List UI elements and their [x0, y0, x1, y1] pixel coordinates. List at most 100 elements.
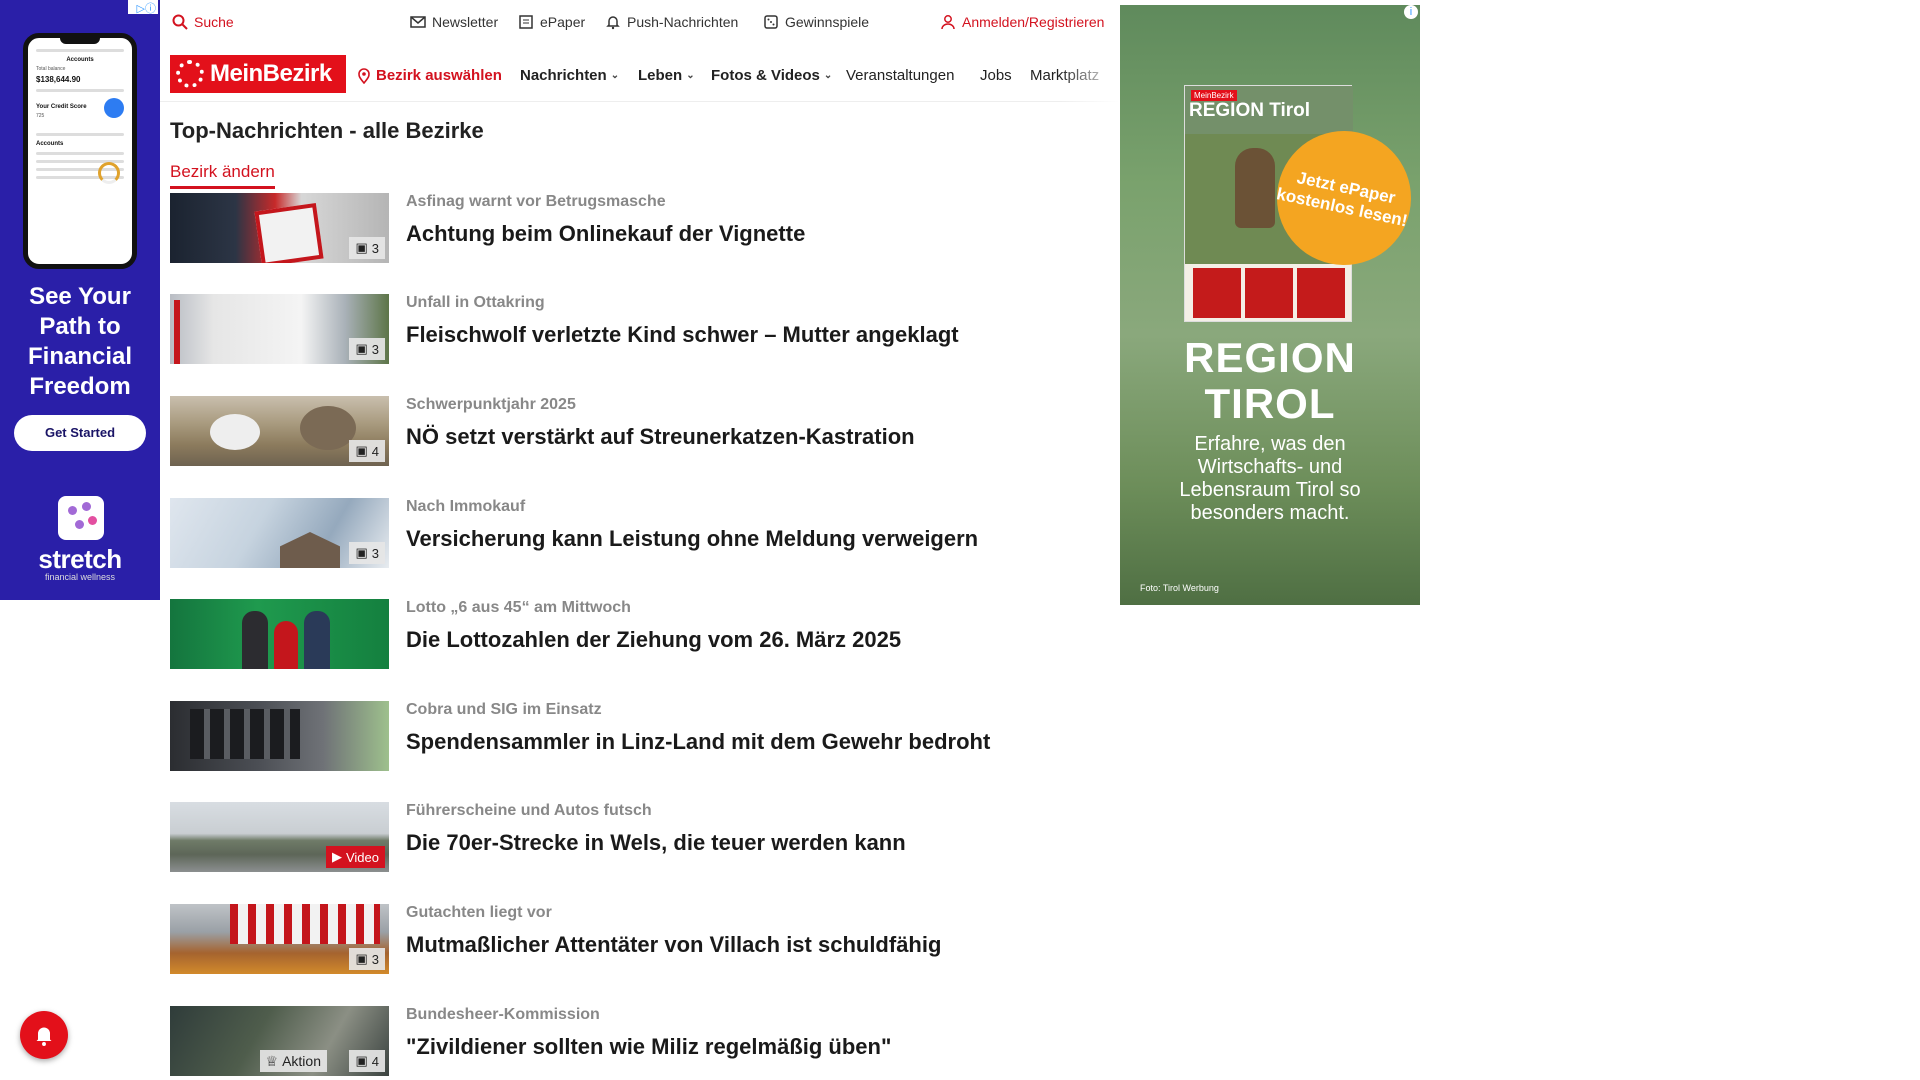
nav-item-nachrichten[interactable]: Nachrichten ⌄	[520, 67, 619, 84]
ad-right-region-tirol[interactable]: i MeinBezirk REGION Tirol Jetzt ePaper k…	[1120, 5, 1420, 605]
nav-item-label: Jobs	[980, 67, 1012, 84]
change-district-link[interactable]: Bezirk ändern	[170, 162, 275, 189]
action-label: Aktion	[282, 1053, 321, 1069]
article-kicker: Führerscheine und Autos futsch	[406, 802, 652, 819]
article-item[interactable]: ♕ Aktion ▣ 4 Bundesheer-Kommission "Zivild…	[170, 1006, 1110, 1076]
login-link[interactable]: Anmelden/Registrieren	[940, 14, 1104, 30]
article-kicker: Cobra und SIG im Einsatz	[406, 701, 602, 718]
article-thumbnail[interactable]	[170, 701, 389, 771]
map-pin-icon	[356, 67, 372, 84]
gallery-badge: ▣ 3	[349, 542, 385, 564]
article-headline[interactable]: Spendensammler in Linz-Land mit dem Gewe…	[406, 729, 990, 755]
article-item[interactable]: Lotto „6 aus 45“ am Mittwoch Die Lottoza…	[170, 599, 1110, 669]
push-label: Push-Nachrichten	[627, 14, 739, 30]
ad-left-brand: stretch	[38, 544, 122, 574]
ad-left-stretch[interactable]: ▷ⓘ Accounts Total balance $138,644.90 Yo…	[0, 0, 160, 600]
article-item[interactable]: ▣ 3 Gutachten liegt vor Mutmaßlicher Atte…	[170, 904, 1110, 974]
ad-left-cta-button[interactable]: Get Started	[14, 415, 146, 451]
nav-item-label: Nachrichten	[520, 67, 607, 84]
image-icon: ▣	[355, 1053, 368, 1068]
nav-item-leben[interactable]: Leben ⌄	[638, 67, 695, 84]
article-item[interactable]: ▶ Video Führerscheine und Autos futsch Di…	[170, 802, 1110, 872]
nav-item-label: Leben	[638, 67, 683, 84]
article-headline[interactable]: Versicherung kann Leistung ohne Meldung …	[406, 526, 978, 552]
adchoices-icon[interactable]: ▷ⓘ	[128, 0, 158, 15]
phone-balance: $138,644.90	[36, 75, 81, 84]
action-badge: ♕ Aktion	[259, 1050, 327, 1072]
nav-item-fotos-videos[interactable]: Fotos & Videos ⌄	[711, 67, 832, 84]
ad-right-credit: Foto: Tirol Werbung	[1140, 583, 1219, 593]
ad-info-icon[interactable]: i	[1404, 5, 1418, 19]
phone-chart-icon	[104, 98, 124, 118]
article-item[interactable]: Cobra und SIG im Einsatz Spendensammler …	[170, 701, 1110, 771]
bell-icon	[32, 1023, 56, 1047]
push-link[interactable]: Push-Nachrichten	[605, 14, 738, 30]
gallery-badge: ▣ 3	[349, 948, 385, 970]
nav-item-veranstaltungen[interactable]: Veranstaltungen	[846, 67, 954, 84]
trophy-icon: ♕	[265, 1052, 279, 1069]
newsletter-label: Newsletter	[432, 14, 499, 30]
meinbezirk-logo[interactable]: MeinBezirk	[170, 55, 346, 93]
nav-overflow-fade	[1060, 48, 1120, 102]
article-headline[interactable]: Die Lottozahlen der Ziehung vom 26. März…	[406, 627, 901, 653]
article-item[interactable]: ▣ 3 Nach Immokauf Versicherung kann Leist…	[170, 498, 1110, 568]
chevron-down-icon: ⌄	[610, 70, 620, 81]
article-item[interactable]: ▣ 3 Asfinag warnt vor Betrugsmasche Achtu…	[170, 193, 1110, 263]
article-headline[interactable]: Die 70er-Strecke in Wels, die teuer werd…	[406, 830, 906, 856]
page-title: Top-Nachrichten - alle Bezirke	[170, 118, 484, 143]
article-thumbnail[interactable]: ♕ Aktion ▣ 4	[170, 1006, 389, 1076]
nav-item-label: Veranstaltungen	[846, 67, 955, 84]
utility-bar: Suche Newsletter ePaper Push-Nachrichten…	[160, 0, 1120, 46]
article-headline[interactable]: Fleischwolf verletzte Kind schwer – Mutt…	[406, 322, 959, 348]
ad-left-headline: See Your Path to Financial Freedom	[27, 283, 133, 400]
article-thumbnail[interactable]: ▶ Video	[170, 802, 389, 872]
search-label: Suche	[194, 14, 234, 30]
phone-accounts-title: Accounts	[66, 57, 94, 63]
gallery-badge: ▣ 4	[349, 440, 385, 462]
article-kicker: Nach Immokauf	[406, 498, 526, 515]
article-headline[interactable]: NÖ setzt verstärkt auf Streunerkatzen-Ka…	[406, 424, 915, 450]
article-thumbnail[interactable]	[170, 599, 389, 669]
article-thumbnail[interactable]: ▣ 3	[170, 904, 389, 974]
article-kicker: Asfinag warnt vor Betrugsmasche	[406, 193, 666, 210]
article-thumbnail[interactable]: ▣ 3	[170, 193, 389, 263]
article-kicker: Gutachten liegt vor	[406, 904, 552, 921]
article-thumbnail[interactable]: ▣ 4	[170, 396, 389, 466]
image-icon: ▣	[355, 341, 368, 356]
gallery-count: 3	[371, 240, 379, 256]
logo-sun-icon	[176, 60, 204, 88]
bell-icon	[605, 14, 621, 30]
ad-left-brand-sub: financial wellness	[44, 572, 116, 582]
article-thumbnail[interactable]: ▣ 3	[170, 498, 389, 568]
dice-icon	[763, 14, 779, 30]
search-link[interactable]: Suche	[172, 14, 234, 30]
article-thumbnail[interactable]: ▣ 3	[170, 294, 389, 364]
epaper-teaser	[1297, 268, 1345, 318]
image-icon: ▣	[355, 443, 368, 458]
article-headline[interactable]: Achtung beim Onlinekauf der Vignette	[406, 221, 805, 247]
play-icon: ▶	[331, 849, 342, 864]
gallery-badge: ▣ 3	[349, 237, 385, 259]
user-icon	[940, 14, 956, 30]
gallery-count: 4	[371, 443, 379, 459]
push-notification-button[interactable]	[20, 1011, 68, 1059]
page: ▷ⓘ Accounts Total balance $138,644.90 Yo…	[0, 0, 1920, 1080]
video-label: Video	[345, 849, 379, 865]
nav-item-jobs[interactable]: Jobs	[980, 67, 1012, 84]
epaper-link[interactable]: ePaper	[518, 14, 585, 30]
gallery-count: 3	[371, 341, 379, 357]
article-headline[interactable]: Mutmaßlicher Attentäter von Villach ist …	[406, 932, 941, 958]
district-select-label: Bezirk auswählen	[376, 67, 502, 84]
article-kicker: Unfall in Ottakring	[406, 294, 545, 311]
chevron-down-icon: ⌄	[823, 70, 833, 81]
district-select-button[interactable]: Bezirk auswählen	[356, 67, 502, 84]
image-icon: ▣	[355, 240, 368, 255]
games-link[interactable]: Gewinnspiele	[763, 14, 869, 30]
image-icon: ▣	[355, 951, 368, 966]
epaper-teaser	[1245, 268, 1293, 318]
newsletter-link[interactable]: Newsletter	[410, 14, 498, 30]
article-item[interactable]: ▣ 4 Schwerpunktjahr 2025 NÖ setzt verstär…	[170, 396, 1110, 466]
epaper-label: ePaper	[540, 14, 586, 30]
article-headline[interactable]: "Zivildiener sollten wie Miliz regelmäßi…	[406, 1034, 891, 1060]
article-item[interactable]: ▣ 3 Unfall in Ottakring Fleischwolf verle…	[170, 294, 1110, 364]
